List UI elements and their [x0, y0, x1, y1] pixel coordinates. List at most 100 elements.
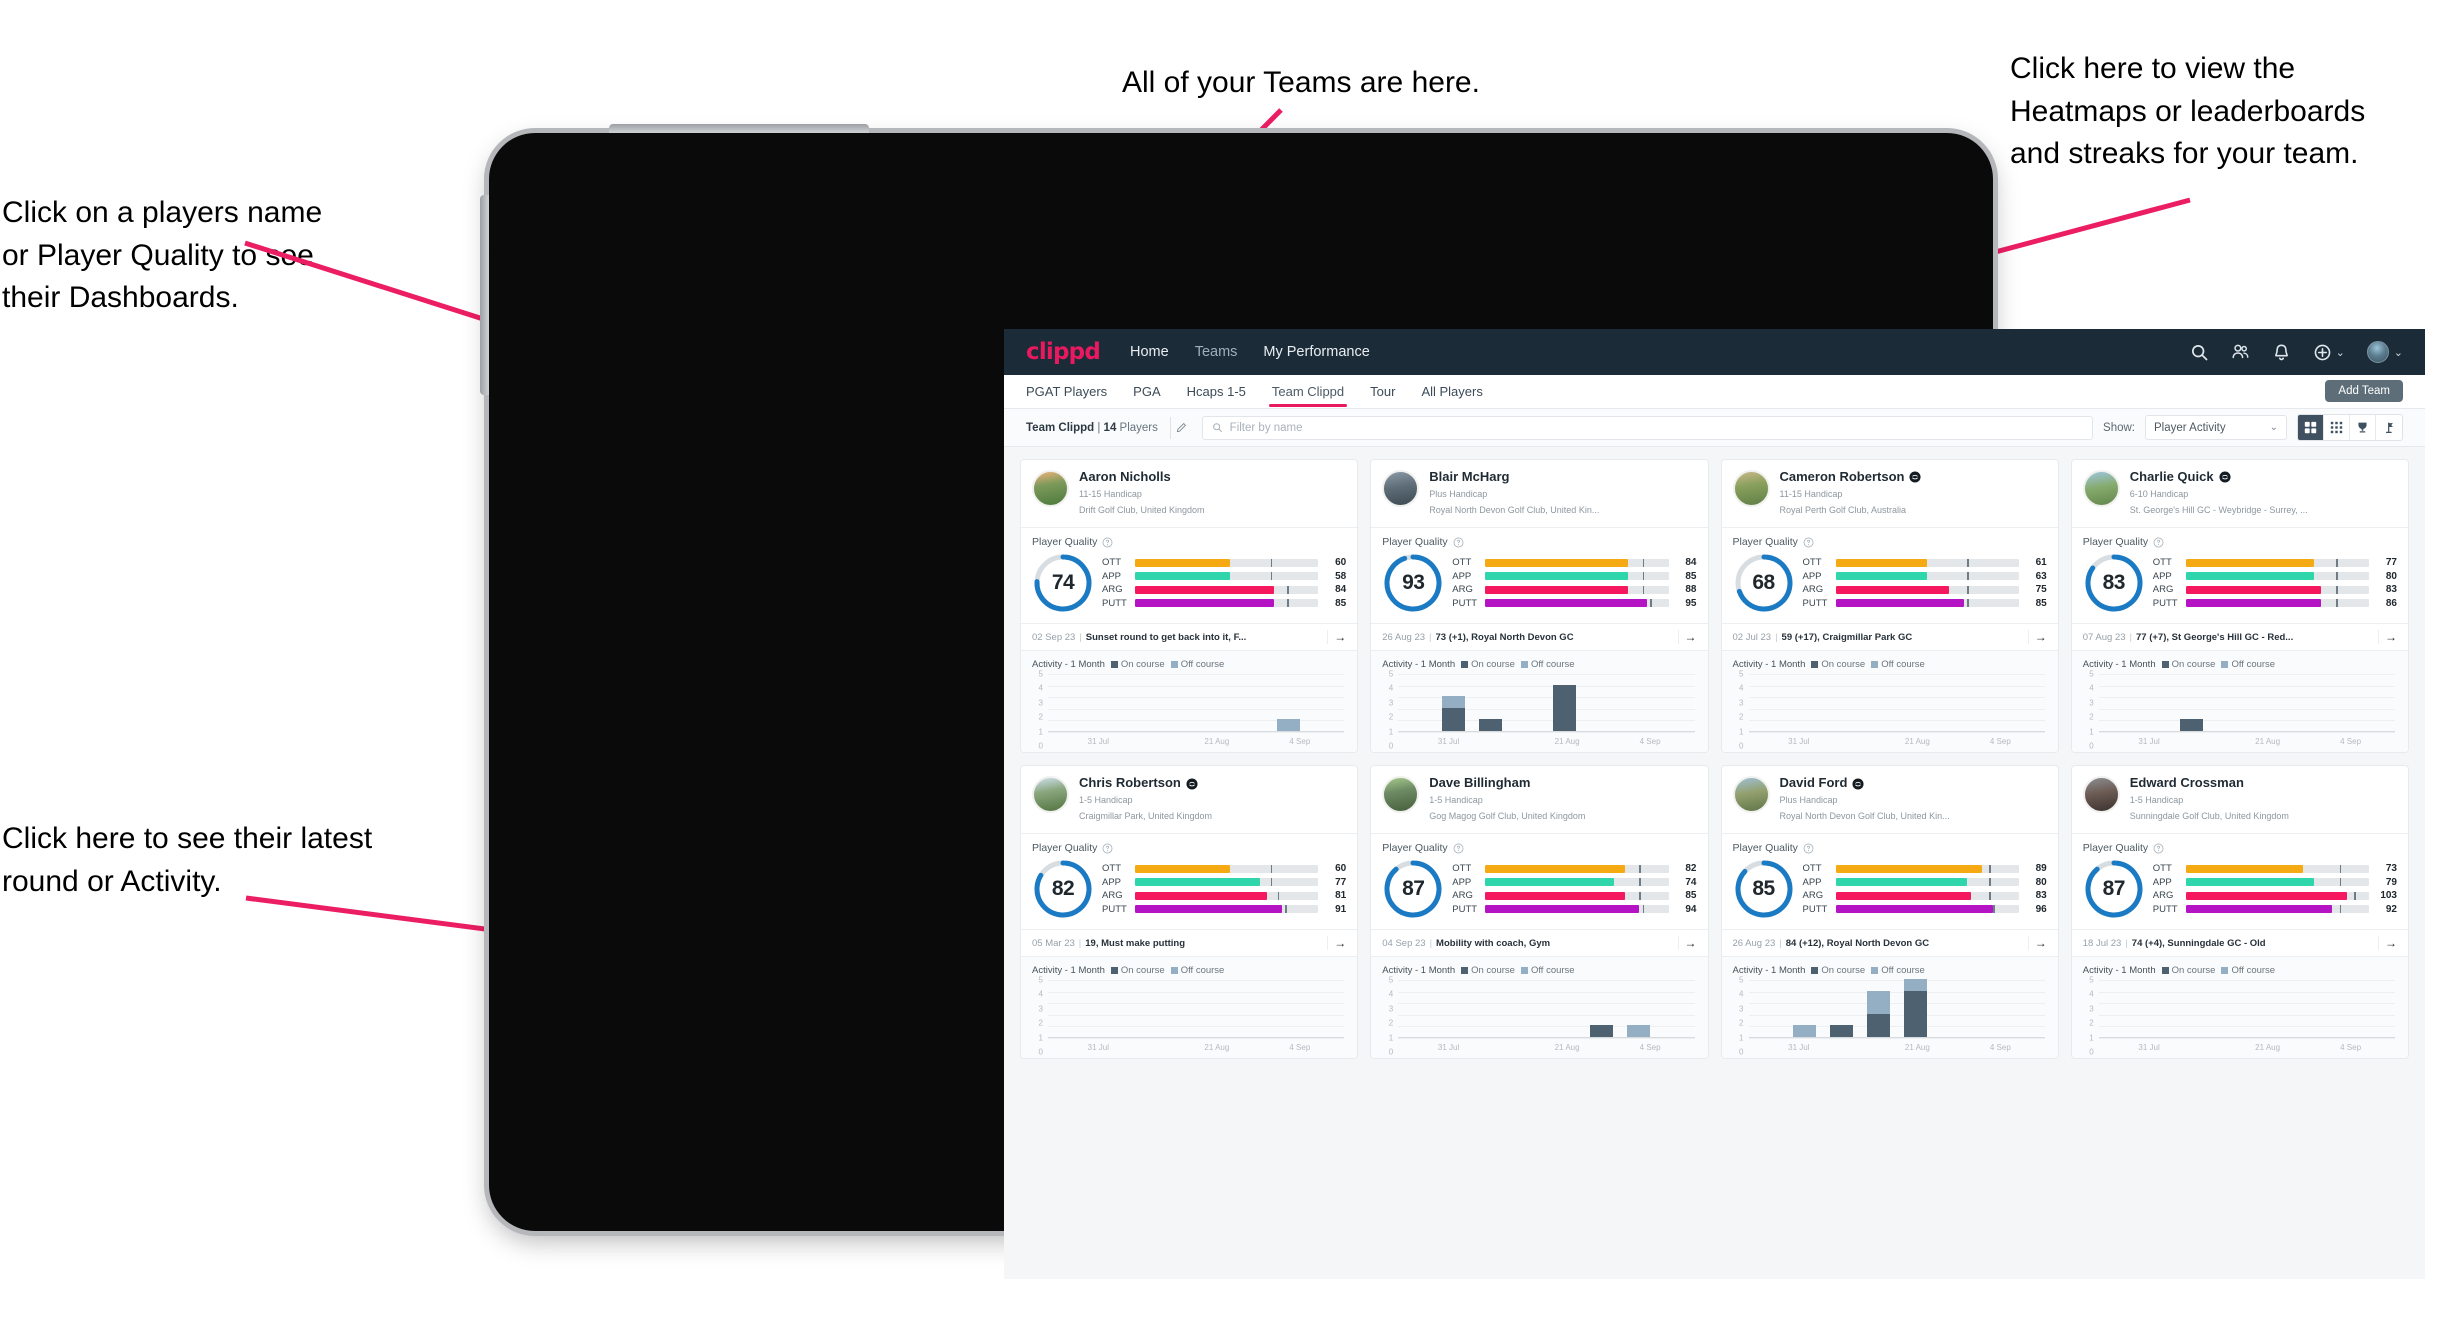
- latest-round-row[interactable]: 04 Sep 23 | Mobility with coach, Gym →: [1371, 930, 1708, 958]
- clippd-logo[interactable]: clippd: [1026, 339, 1101, 365]
- team-count: 14: [1103, 421, 1117, 434]
- people-icon[interactable]: [2231, 343, 2250, 362]
- round-date: 02 Sep 23: [1032, 631, 1076, 643]
- activity-bar-off-course: [1627, 1025, 1651, 1038]
- latest-round-row[interactable]: 05 Mar 23 | 19, Must make putting →: [1021, 930, 1358, 958]
- help-icon[interactable]: [1803, 537, 1814, 548]
- latest-round-row[interactable]: 18 Jul 23 | 74 (+4), Sunningdale GC - Old →: [2071, 930, 2408, 958]
- latest-round-row[interactable]: 02 Jul 23 | 59 (+17), Craigmillar Park GC →: [1721, 624, 2058, 652]
- player-avatar: [1032, 470, 1069, 507]
- latest-round-row[interactable]: 02 Sep 23 | Sunset round to get back into …: [1021, 624, 1358, 652]
- player-avatar: [2082, 470, 2120, 507]
- metric-value: 60: [1335, 557, 1347, 569]
- grid-large-icon[interactable]: [2298, 415, 2324, 440]
- player-quality-title: Player Quality: [1733, 536, 2047, 548]
- player-card[interactable]: Cameron Robertson 11-15 Handicap Royal Per…: [1720, 459, 2059, 754]
- search-icon[interactable]: [2190, 343, 2209, 362]
- player-card[interactable]: Edward Crossman 1-5 Handicap Sunningdale G…: [2070, 765, 2409, 1060]
- arrow-right-icon[interactable]: →: [2027, 936, 2047, 951]
- help-icon[interactable]: [1803, 843, 1814, 854]
- player-name[interactable]: Chris Robertson: [1079, 775, 1212, 791]
- arrow-right-icon[interactable]: →: [2027, 630, 2047, 645]
- latest-round-row[interactable]: 07 Aug 23 | 77 (+7), St George's Hill GC -…: [2071, 624, 2408, 652]
- search-input[interactable]: [1229, 421, 2084, 434]
- player-quality-section[interactable]: Player Quality 74 OTT 60 APP 58 ARG 84 PUTT 85: [1021, 528, 1358, 625]
- player-name[interactable]: Aaron Nicholls: [1079, 469, 1205, 485]
- grid-small-icon[interactable]: [2324, 415, 2350, 440]
- nav-home[interactable]: Home: [1130, 344, 1169, 360]
- player-name[interactable]: Dave Billingham: [1429, 775, 1585, 791]
- latest-round-row[interactable]: 26 Aug 23 | 73 (+1), Royal North Devon GC →: [1371, 624, 1708, 652]
- tab-tour[interactable]: Tour: [1370, 375, 1395, 409]
- tab-team-clippd[interactable]: Team Clippd: [1268, 375, 1348, 409]
- chart-plot: [2098, 980, 2395, 1040]
- quality-score: 82: [1051, 877, 1075, 901]
- help-icon[interactable]: [1102, 537, 1113, 548]
- x-tick: 31 Jul: [1437, 1043, 1460, 1053]
- player-quality-section[interactable]: Player Quality 85 OTT 89 APP 80 ARG 83 PUTT 96: [1721, 834, 2058, 931]
- help-icon[interactable]: [2153, 537, 2164, 548]
- nav-teams[interactable]: Teams: [1195, 344, 1238, 360]
- player-quality-section[interactable]: Player Quality 93 OTT 84 APP 85 ARG 88 PUTT 95: [1371, 528, 1708, 625]
- metric-bar: [1485, 891, 1669, 900]
- player-card-header: Blair McHarg Plus Handicap Royal North Dev…: [1371, 460, 1708, 529]
- round-separator: |: [1429, 631, 1432, 643]
- bell-icon[interactable]: [2272, 343, 2291, 362]
- player-quality-section[interactable]: Player Quality 83 OTT 77 APP 80 ARG 83 PUTT 86: [2071, 528, 2408, 625]
- show-select[interactable]: Player Activity ⌄: [2145, 415, 2287, 440]
- add-team-button[interactable]: Add Team: [2325, 380, 2403, 402]
- help-icon[interactable]: [1453, 537, 1464, 548]
- player-card[interactable]: David Ford Plus Handicap Royal North Devon…: [1720, 765, 2059, 1060]
- chart-y-axis: 5 4 3 2 1 0: [1382, 976, 1396, 1057]
- tab-pgat-players[interactable]: PGAT Players: [1026, 375, 1107, 409]
- player-quality-section[interactable]: Player Quality 87 OTT 73 APP 79 ARG 103 PUTT 92: [2071, 834, 2408, 931]
- arrow-right-icon[interactable]: →: [1677, 630, 1697, 645]
- activity-section: Activity - 1 Month On course Off course 5 4 3…: [1721, 651, 2058, 753]
- player-quality-section[interactable]: Player Quality 87 OTT 82 APP 74 ARG 85 PUTT 94: [1371, 834, 1708, 931]
- player-quality-section[interactable]: Player Quality 68 OTT 61 APP 63 ARG 75 PUTT 85: [1721, 528, 2058, 625]
- chart-x-axis: 31 Jul 21 Aug 4 Sep: [1048, 732, 1344, 746]
- y-tick: 3: [1739, 1004, 1744, 1014]
- help-icon[interactable]: [1453, 843, 1464, 854]
- arrow-right-icon[interactable]: →: [2378, 936, 2397, 951]
- tab-hcaps-1-5[interactable]: Hcaps 1-5: [1187, 375, 1246, 409]
- plus-circle-icon[interactable]: ⌄: [2313, 343, 2345, 362]
- search-field[interactable]: [1201, 415, 2094, 440]
- tab-pga[interactable]: PGA: [1133, 375, 1160, 409]
- help-icon[interactable]: [1102, 843, 1113, 854]
- player-name[interactable]: Blair McHarg: [1429, 469, 1599, 485]
- edit-team-button[interactable]: [1169, 416, 1192, 439]
- x-tick: 4 Sep: [1289, 737, 1311, 747]
- y-tick: 5: [1388, 669, 1394, 679]
- player-card[interactable]: Charlie Quick 6-10 Handicap St. George's H…: [2070, 459, 2409, 754]
- arrow-right-icon[interactable]: →: [1677, 936, 1697, 951]
- activity-bar: [1442, 696, 1466, 732]
- player-name[interactable]: David Ford: [1780, 775, 1950, 791]
- arrow-right-icon[interactable]: →: [2378, 630, 2397, 645]
- player-quality-section[interactable]: Player Quality 82 OTT 60 APP 77 ARG 81 PUTT 91: [1021, 834, 1358, 931]
- x-tick: 21 Aug: [1204, 1043, 1230, 1053]
- metric-value: 60: [1335, 863, 1347, 875]
- quality-ring: 74: [1032, 552, 1094, 614]
- trophy-icon[interactable]: [2350, 415, 2376, 440]
- player-card[interactable]: Chris Robertson 1-5 Handicap Craigmillar P…: [1020, 765, 1359, 1060]
- arrow-right-icon[interactable]: →: [1327, 630, 1346, 645]
- tab-all-players[interactable]: All Players: [1421, 375, 1482, 409]
- latest-round-row[interactable]: 26 Aug 23 | 84 (+12), Royal North Devon GC…: [1721, 930, 2058, 958]
- player-card[interactable]: Blair McHarg Plus Handicap Royal North Dev…: [1370, 459, 1709, 754]
- player-card[interactable]: Dave Billingham 1-5 Handicap Gog Magog Gol…: [1370, 765, 1709, 1060]
- player-name[interactable]: Charlie Quick: [2130, 469, 2308, 485]
- profile-menu[interactable]: ⌄: [2366, 341, 2403, 363]
- player-name[interactable]: Edward Crossman: [2130, 775, 2289, 791]
- activity-title: Activity - 1 Month: [1382, 659, 1456, 671]
- help-icon[interactable]: [2153, 843, 2164, 854]
- chart-plot: [1748, 674, 2045, 734]
- player-avatar: [1382, 776, 1420, 814]
- flag-icon[interactable]: [2376, 415, 2402, 440]
- player-card[interactable]: Aaron Nicholls 11-15 Handicap Drift Golf C…: [1020, 459, 1359, 754]
- player-name[interactable]: Cameron Robertson: [1780, 469, 1922, 485]
- arrow-right-icon[interactable]: →: [1327, 936, 1346, 951]
- nav-my-performance[interactable]: My Performance: [1263, 344, 1369, 360]
- y-tick: 3: [1739, 698, 1744, 708]
- metric-bar: [1485, 558, 1669, 567]
